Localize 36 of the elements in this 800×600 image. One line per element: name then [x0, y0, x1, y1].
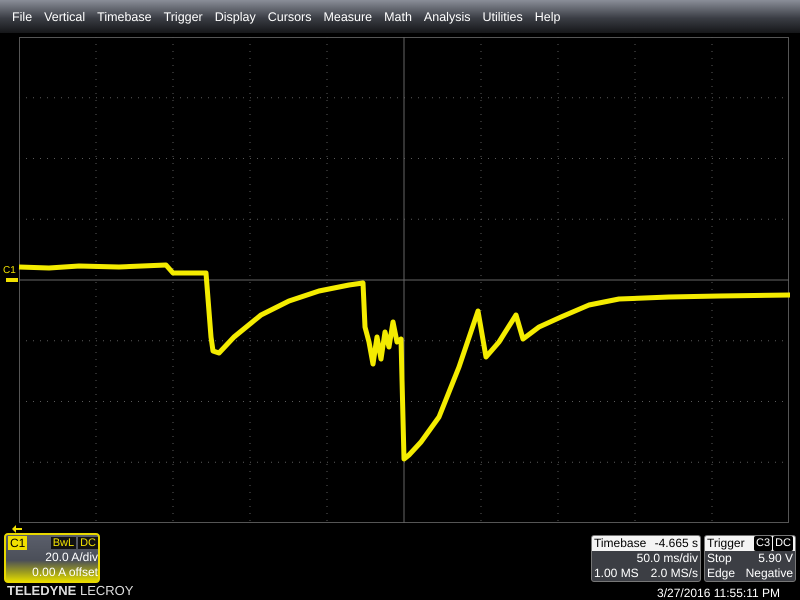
menu-item[interactable]: Measure	[317, 10, 378, 24]
trigger-position-icon	[12, 525, 22, 533]
trigger-slope: Negative	[746, 566, 793, 581]
menu-item[interactable]: Trigger	[158, 10, 209, 24]
sample-rate: 2.0 MS/s	[650, 566, 698, 581]
trigger-title: Trigger	[707, 536, 745, 551]
menu-item[interactable]: Analysis	[418, 10, 476, 24]
menu-item[interactable]: Math	[378, 10, 418, 24]
timebase-title: Timebase	[594, 536, 646, 551]
menu-item[interactable]: Timebase	[91, 10, 158, 24]
trigger-level: 5.90 V	[758, 551, 793, 566]
sample-count: 1.00 MS	[594, 566, 639, 581]
vertical-offset: 0.00 A offset	[32, 565, 98, 580]
trigger-mode: Stop	[707, 551, 732, 566]
trigger-source-tag: C3	[754, 536, 772, 551]
trigger-panel[interactable]: Trigger C3 DC Stop 5.90 V Edge Negative	[704, 535, 796, 582]
bandwidth-tag: BwL	[50, 537, 76, 549]
menu-item[interactable]: File	[6, 10, 38, 24]
vertical-scale: 20.0 A/div	[45, 550, 98, 565]
channel-label: C1	[8, 536, 28, 550]
trigger-type: Edge	[707, 566, 736, 581]
menu-item[interactable]: Vertical	[38, 10, 92, 24]
ground-marker-icon	[6, 278, 18, 282]
menu-item[interactable]: Cursors	[262, 10, 318, 24]
timestamp: 3/27/2016 11:55:11 PM	[657, 586, 780, 600]
brand-logo: TELEDYNE LECROY	[7, 583, 134, 598]
menu-item[interactable]: Help	[528, 10, 566, 24]
menu-item[interactable]: Utilities	[476, 10, 529, 24]
coupling-tag: DC	[78, 537, 98, 549]
timebase-panel[interactable]: Timebase -4.665 s 50.0 ms/div 1.00 MS 2.0 MS/s	[591, 535, 701, 582]
timebase-delay: -4.665 s	[654, 536, 698, 551]
trace-label: C1	[3, 265, 16, 276]
trigger-coupling-tag: DC	[773, 536, 793, 551]
channel-descriptor-panel[interactable]: C1 BwL DC 20.0 A/div 0.00 A offset	[4, 533, 100, 583]
menu-item[interactable]: Display	[208, 10, 262, 24]
timebase-scale: 50.0 ms/div	[636, 551, 698, 566]
